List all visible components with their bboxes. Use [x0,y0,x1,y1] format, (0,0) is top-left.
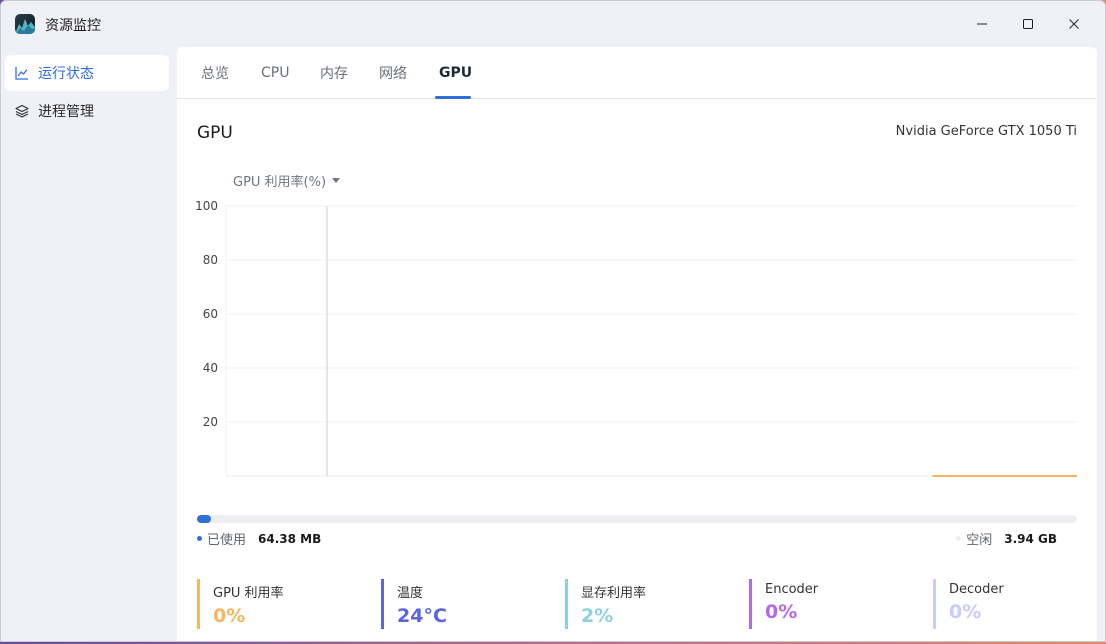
stat-encoder: Encoder 0% [749,579,919,629]
layers-icon [14,103,30,119]
tab-cpu[interactable]: CPU [261,47,289,99]
stat-label: GPU 利用率 [213,586,284,601]
memory-free: 空闲 3.94 GB [956,529,1057,548]
memory-used-label: 已使用 [207,533,247,548]
main-panel: 总览 CPU 内存 网络 GPU GPU Nvidia GeForce GTX … [177,47,1097,641]
close-icon [1069,19,1079,29]
stat-value: 0% [765,601,798,623]
line-chart-icon [14,65,30,81]
stat-label: Decoder [949,582,1004,597]
section-title: GPU [197,123,233,143]
y-tick-label: 60 [203,307,218,321]
app-window: 资源监控 运行状态 进程管理 总览 CPU 内存 网络 GPU GPU Nvid… [0,0,1106,642]
stat-value: 0% [213,605,246,627]
sidebar: 运行状态 进程管理 [5,55,169,131]
gpu-usage-chart: 100 80 60 40 20 [195,199,1077,477]
app-icon [15,14,35,34]
stat-temperature: 温度 24°C [381,579,551,629]
maximize-icon [1023,19,1033,29]
sidebar-item-status[interactable]: 运行状态 [5,55,169,91]
y-tick-label: 20 [203,415,218,429]
tab-bar: 总览 CPU 内存 网络 GPU [177,47,1097,99]
caret-down-icon [332,178,341,183]
minimize-button[interactable] [959,1,1005,47]
tab-gpu[interactable]: GPU [439,47,472,99]
maximize-button[interactable] [1005,1,1051,47]
y-tick-label: 40 [203,361,218,375]
sidebar-item-label: 运行状态 [38,66,94,82]
title-bar: 资源监控 [1,1,1105,47]
memory-usage-bar [197,515,1077,523]
stat-label: Encoder [765,582,819,597]
stat-value: 0% [949,601,982,623]
stat-label: 显存利用率 [581,586,647,601]
stat-decoder: Decoder 0% [933,579,1103,629]
sidebar-item-processes[interactable]: 进程管理 [5,93,169,129]
memory-free-value: 3.94 GB [1004,531,1057,546]
sidebar-item-label: 进程管理 [38,104,94,120]
app-title: 资源监控 [45,18,101,34]
y-tick-label: 100 [195,199,218,213]
y-tick-label: 80 [203,253,218,267]
close-button[interactable] [1051,1,1097,47]
memory-free-label: 空闲 [966,533,993,548]
tab-memory[interactable]: 内存 [320,47,348,99]
memory-used: 已使用 64.38 MB [197,529,321,548]
tab-network[interactable]: 网络 [379,47,407,99]
stat-value: 2% [581,605,614,627]
gpu-model: Nvidia GeForce GTX 1050 Ti [895,124,1077,139]
used-dot-icon [197,536,202,541]
free-dot-icon [956,536,962,541]
stat-label: 温度 [397,586,424,601]
tab-overview[interactable]: 总览 [201,47,229,99]
stat-value: 24°C [397,605,447,627]
minimize-icon [977,23,987,25]
stat-vram-usage: 显存利用率 2% [565,579,735,629]
stat-gpu-usage: GPU 利用率 0% [197,579,367,629]
active-tab-indicator [435,96,471,99]
memory-used-value: 64.38 MB [258,531,322,546]
memory-usage-fill [197,515,212,523]
